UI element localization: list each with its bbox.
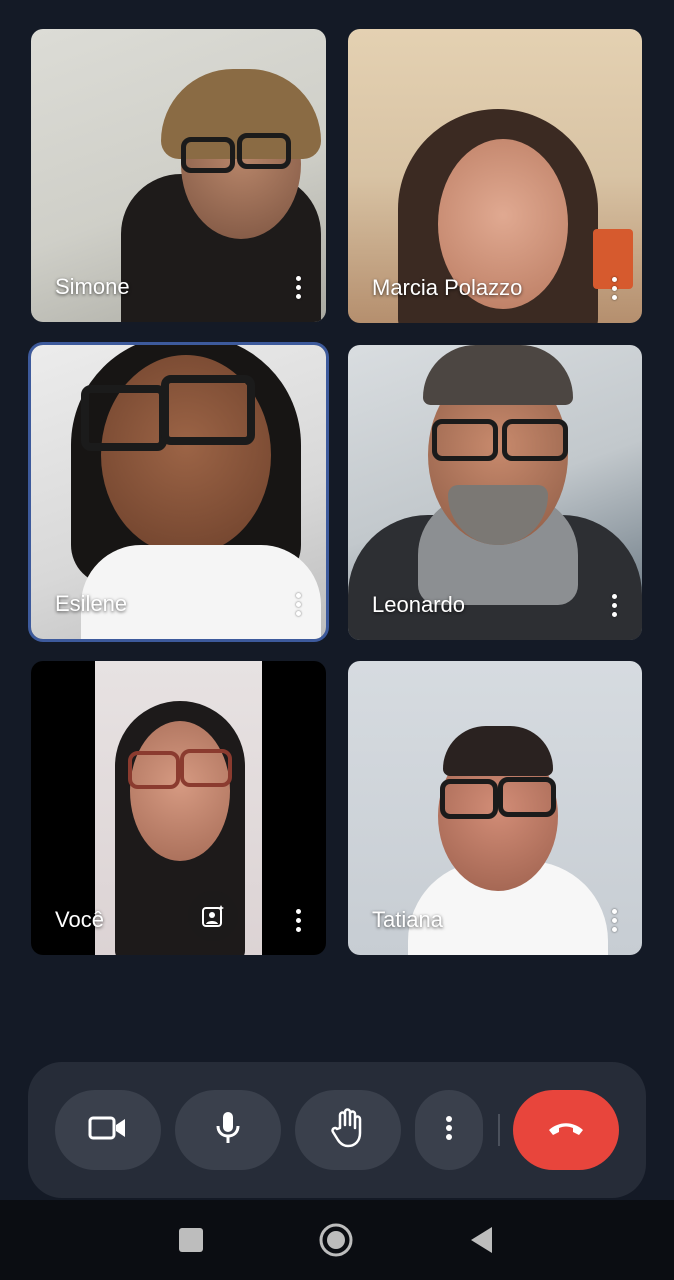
more-vertical-icon[interactable]	[288, 589, 308, 619]
nav-home-button[interactable]	[318, 1222, 354, 1258]
participant-name: Simone	[55, 274, 130, 299]
raise-hand-icon	[331, 1107, 365, 1153]
participant-tile-tatiana[interactable]: Tatiana	[348, 661, 642, 955]
nav-back-button[interactable]	[464, 1222, 500, 1258]
more-vertical-icon[interactable]	[288, 905, 308, 935]
participant-name: Esilene	[55, 591, 128, 616]
end-call-button[interactable]	[513, 1090, 619, 1170]
participant-tile-leonardo[interactable]: Leonardo	[348, 345, 642, 640]
participant-name: Você	[55, 907, 104, 932]
participant-tile-marcia-polazzo[interactable]: Marcia Polazzo	[348, 29, 642, 323]
participant-tile-self[interactable]: Você	[31, 661, 326, 955]
participant-name: Leonardo	[372, 592, 465, 617]
video-camera-icon	[88, 1114, 128, 1147]
participant-grid: Simone Marcia Polazzo Esilene Leonardo V…	[0, 0, 674, 980]
nav-recents-button[interactable]	[173, 1222, 209, 1258]
more-vertical-icon[interactable]	[288, 272, 308, 302]
call-controls-bar	[28, 1062, 646, 1198]
square-icon	[179, 1228, 203, 1252]
microphone-toggle-button[interactable]	[175, 1090, 281, 1170]
participant-name: Marcia Polazzo	[372, 275, 523, 300]
more-vertical-icon[interactable]	[604, 905, 624, 935]
system-navigation-bar	[0, 1200, 674, 1280]
end-call-icon	[546, 1118, 586, 1143]
more-vertical-icon[interactable]	[604, 590, 624, 620]
camera-toggle-button[interactable]	[55, 1090, 161, 1170]
microphone-icon	[214, 1110, 242, 1151]
circle-icon	[319, 1223, 353, 1257]
participant-name: Tatiana	[372, 907, 443, 932]
participant-tile-esilene[interactable]: Esilene	[31, 345, 326, 639]
more-vertical-icon[interactable]	[604, 273, 624, 303]
more-options-button[interactable]	[415, 1090, 483, 1170]
portrait-sparkle-icon[interactable]	[188, 891, 238, 941]
participant-tile-simone[interactable]: Simone	[31, 29, 326, 322]
triangle-back-icon	[471, 1227, 492, 1253]
raise-hand-button[interactable]	[295, 1090, 401, 1170]
more-vertical-icon	[445, 1115, 453, 1146]
divider	[498, 1114, 500, 1146]
